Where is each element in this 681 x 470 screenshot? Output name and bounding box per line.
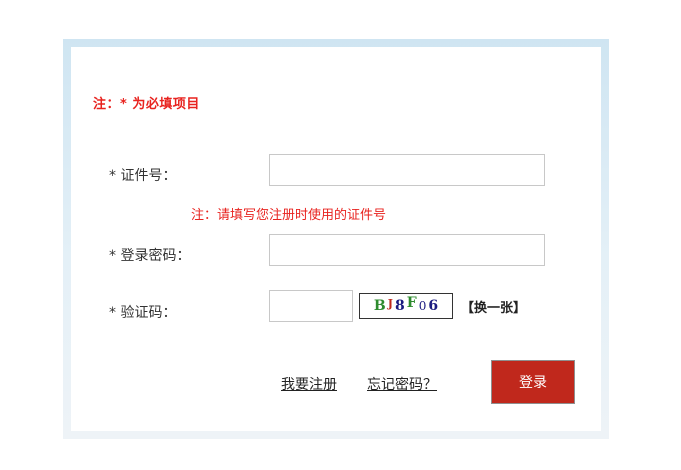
login-button[interactable]: 登录 (491, 360, 575, 404)
password-input[interactable] (269, 234, 545, 266)
login-frame: 注：* 为必填项目 * 证件号： 注：请填写您注册时使用的证件号 * 登录密码：… (63, 39, 609, 439)
forgot-password-link[interactable]: 忘记密码？ (367, 374, 437, 394)
captcha-char: J (387, 296, 393, 310)
register-link[interactable]: 我要注册 (281, 374, 337, 394)
required-note: 注：* 为必填项目 (93, 97, 200, 112)
captcha-char: F (406, 295, 417, 311)
id-number-hint: 注：请填写您注册时使用的证件号 (191, 208, 387, 223)
captcha-char: 6 (428, 298, 439, 314)
login-panel: 注：* 为必填项目 * 证件号： 注：请填写您注册时使用的证件号 * 登录密码：… (71, 47, 601, 431)
captcha-char: 8 (394, 298, 405, 314)
refresh-captcha-link[interactable]: 【换一张】 (461, 297, 526, 316)
id-number-label: * 证件号： (109, 168, 177, 184)
captcha-char: B (373, 298, 386, 314)
id-number-input[interactable] (269, 154, 545, 186)
captcha-char: 0 (418, 299, 427, 313)
captcha-label: * 验证码： (109, 305, 177, 321)
captcha-image[interactable]: B J 8 F 0 6 (359, 293, 453, 319)
captcha-input[interactable] (269, 290, 353, 322)
password-label: * 登录密码： (109, 248, 191, 264)
